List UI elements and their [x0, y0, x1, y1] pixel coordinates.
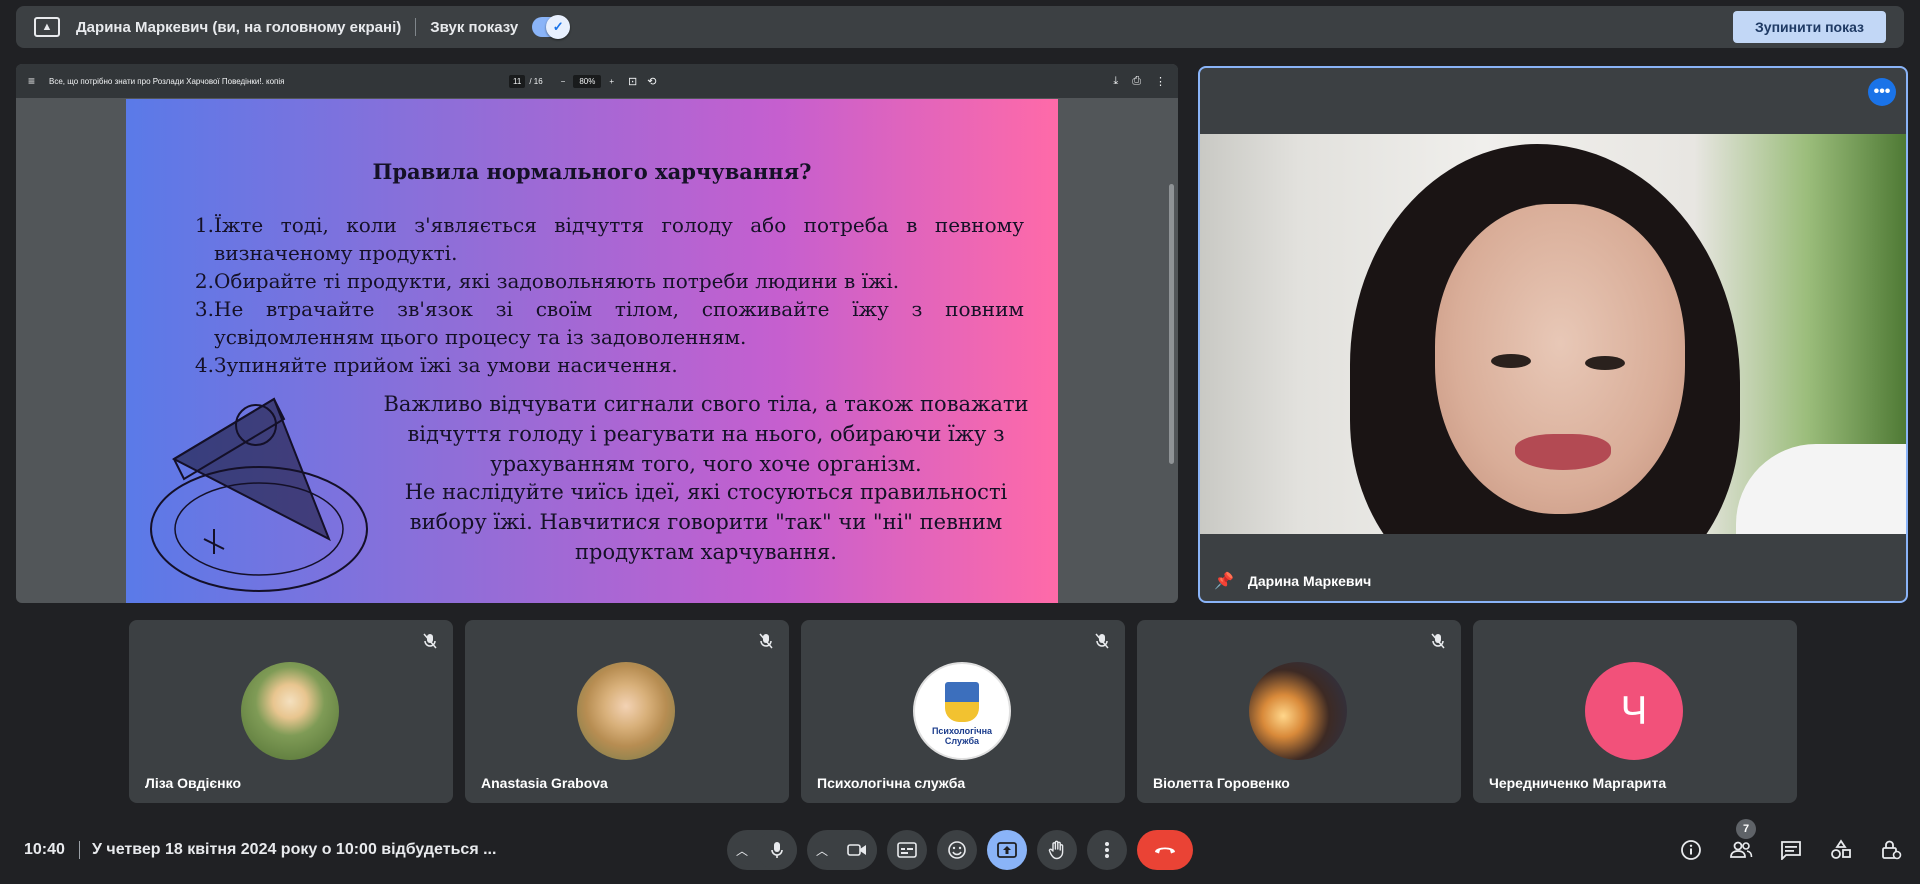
mic-off-icon: [753, 628, 779, 654]
avatar: [577, 662, 675, 760]
divider: [415, 18, 417, 36]
mic-off-icon: [1425, 628, 1451, 654]
zoom-in-button[interactable]: +: [609, 77, 614, 86]
participant-name: Психологічна служба: [817, 775, 966, 791]
meeting-title[interactable]: У четвер 18 квітня 2024 року о 10:00 від…: [92, 841, 496, 859]
speaker-name: Дарина Маркевич: [1247, 573, 1372, 589]
list-item: 2. Обирайте ті продукти, які задовольняют…: [194, 267, 1024, 295]
download-icon[interactable]: ⤓: [1113, 75, 1118, 88]
item-number: 2.: [194, 269, 214, 293]
emoji-icon[interactable]: [937, 830, 977, 870]
info-icon[interactable]: [1676, 835, 1706, 865]
camera-icon[interactable]: [837, 830, 877, 870]
presenting-bar: ▲ Дарина Маркевич (ви, на головному екра…: [16, 6, 1904, 48]
chevron-up-icon[interactable]: ︿: [727, 830, 757, 870]
end-call-icon[interactable]: [1137, 830, 1193, 870]
bottom-bar: 10:40 У четвер 18 квітня 2024 року о 10:…: [0, 816, 1920, 884]
zoom-input[interactable]: 80%: [573, 74, 602, 88]
mic-off-icon: [1089, 628, 1115, 654]
participant-tile[interactable]: Anastasia Grabova: [465, 620, 789, 803]
pdf-viewer: ≡ Все, що потрібно знати про Розлади Хар…: [16, 64, 1178, 603]
pin-icon[interactable]: 📌: [1214, 571, 1234, 591]
raise-hand-icon[interactable]: [1037, 830, 1077, 870]
divider: [79, 841, 80, 859]
pie-slice-illustration: [150, 397, 368, 592]
print-icon[interactable]: ⎙: [1132, 75, 1141, 88]
rules-list: 1. Їжте тоді, коли з'являється відчуття г…: [194, 211, 1024, 379]
avatar: Психологічна Служба: [913, 662, 1011, 760]
participant-tile[interactable]: Віолетта Горовенко: [1137, 620, 1461, 803]
captions-icon[interactable]: [887, 830, 927, 870]
list-item: 4. Зупиняйте прийом їжі за умови насиченн…: [194, 351, 1024, 379]
item-text: Не втрачайте зв'язок зі своїм тілом, спо…: [214, 297, 1024, 349]
stop-presenting-button[interactable]: Зупинити показ: [1733, 11, 1886, 43]
participant-tile[interactable]: Ч Чередниченко Маргарита: [1473, 620, 1797, 803]
activities-icon[interactable]: [1826, 835, 1856, 865]
speaker-video: [1200, 134, 1906, 534]
call-controls: ︿ ︿: [727, 830, 1193, 870]
pdf-filename: Все, що потрібно знати про Розлади Харчо…: [49, 76, 285, 86]
avatar: [1249, 662, 1347, 760]
avatar-logo-text: Психологічна Служба: [931, 726, 993, 746]
item-number: 1.: [194, 213, 214, 237]
participants-count-badge: 7: [1736, 819, 1756, 839]
host-controls-icon[interactable]: [1876, 835, 1906, 865]
avatar: [241, 662, 339, 760]
slide-paragraph: Важливо відчувати сигнали свого тіла, а …: [383, 392, 1029, 476]
participant-name: Ліза Овдієнко: [145, 775, 241, 791]
participant-tile[interactable]: Ліза Овдієнко: [129, 620, 453, 803]
list-item: 1. Їжте тоді, коли з'являється відчуття г…: [194, 211, 1024, 267]
mic-off-icon: [417, 628, 443, 654]
sound-toggle[interactable]: ✓: [532, 15, 571, 39]
zoom-out-button[interactable]: −: [561, 77, 566, 86]
item-text: Обирайте ті продукти, які задовольняють …: [214, 269, 900, 293]
chat-icon[interactable]: [1776, 835, 1806, 865]
camera-control-group: ︿: [807, 830, 877, 870]
meeting-tools: 7: [1676, 819, 1906, 865]
pdf-page: Правила нормального харчування? 1. Їжте т…: [126, 99, 1058, 603]
item-text: Їжте тоді, коли з'являється відчуття гол…: [214, 213, 1024, 265]
speaker-tile[interactable]: ••• 📌 Дарина Маркевич: [1198, 66, 1908, 603]
face-shape: [1435, 204, 1685, 514]
item-text: Зупиняйте прийом їжі за умови насичення.: [214, 353, 678, 377]
pdf-toolbar: ≡ Все, що потрібно знати про Розлади Хар…: [16, 64, 1178, 98]
check-icon: ✓: [546, 15, 571, 39]
page-input[interactable]: 11: [509, 74, 526, 88]
mic-icon[interactable]: [757, 830, 797, 870]
shirt-shape: [1736, 444, 1906, 534]
speaker-nameplate: 📌 Дарина Маркевич: [1214, 571, 1371, 591]
sound-label: Звук показу: [430, 18, 519, 36]
present-icon: ▲: [34, 17, 60, 37]
present-now-icon[interactable]: [987, 830, 1027, 870]
list-item: 3. Не втрачайте зв'язок зі своїм тілом, с…: [194, 295, 1024, 351]
clock: 10:40: [24, 841, 65, 858]
item-number: 3.: [194, 297, 214, 321]
menu-icon[interactable]: ≡: [28, 74, 35, 88]
page-total: / 16: [529, 76, 543, 86]
pdf-scrollbar[interactable]: [1169, 184, 1174, 464]
mic-control-group: ︿: [727, 830, 797, 870]
presenter-title: Дарина Маркевич (ви, на головному екрані…: [76, 18, 402, 36]
people-icon[interactable]: 7: [1726, 819, 1756, 865]
participant-tile[interactable]: Психологічна Служба Психологічна служба: [801, 620, 1125, 803]
item-number: 4.: [194, 353, 214, 377]
page-indicator: 11 / 16: [509, 74, 543, 88]
slide-paragraph: Не наслідуйте чиїсь ідеї, які стосуються…: [404, 480, 1008, 564]
participant-name: Віолетта Горовенко: [1153, 775, 1290, 791]
participant-name: Anastasia Grabova: [481, 775, 608, 791]
more-vert-icon[interactable]: ⋮: [1155, 75, 1166, 88]
slide-title: Правила нормального харчування?: [372, 159, 812, 184]
avatar: Ч: [1585, 662, 1683, 760]
fit-page-icon[interactable]: ⊡: [628, 75, 637, 88]
chevron-up-icon[interactable]: ︿: [807, 830, 837, 870]
rotate-icon[interactable]: ⟲: [647, 75, 656, 88]
more-options-icon[interactable]: [1087, 830, 1127, 870]
zoom-controls: − 80% +: [561, 74, 614, 88]
participant-name: Чередниченко Маргарита: [1489, 775, 1667, 791]
more-options-icon[interactable]: •••: [1868, 78, 1896, 106]
